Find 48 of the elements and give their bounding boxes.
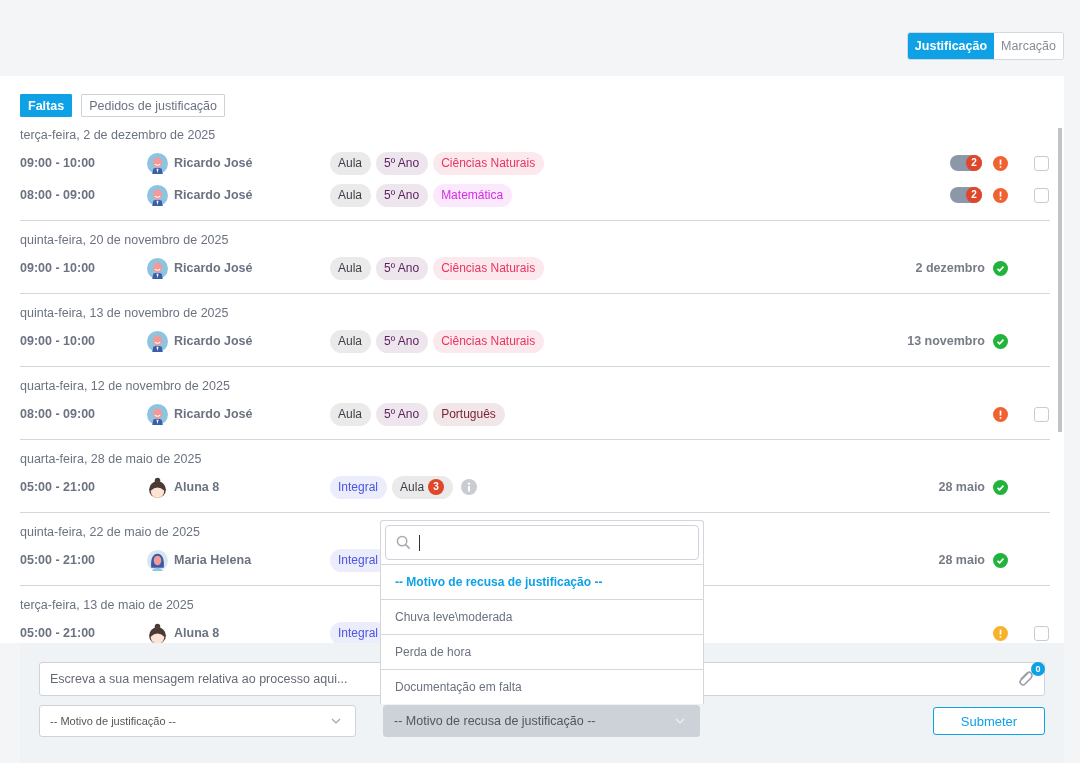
tag: 5º Ano: [376, 256, 429, 280]
tag: Aula: [330, 329, 372, 353]
tag: Aula 3: [392, 475, 454, 499]
date-heading: quinta-feira, 20 de novembro de 2025: [20, 232, 229, 248]
person-name: Ricardo José: [174, 334, 253, 348]
time-range: 05:00 - 21:00: [20, 626, 97, 640]
tag: Português: [433, 402, 505, 426]
date-heading: quarta-feira, 12 de novembro de 2025: [20, 378, 230, 394]
tag: Integral: [330, 475, 388, 499]
tag: 5º Ano: [376, 402, 429, 426]
time-range: 09:00 - 10:00: [20, 261, 97, 275]
date-heading: quinta-feira, 13 de novembro de 2025: [20, 305, 229, 321]
person-name: Maria Helena: [174, 553, 252, 567]
tag: Matemática: [433, 183, 513, 207]
count-badge: 2: [966, 187, 982, 203]
justified-date: 13 novembro: [907, 334, 985, 348]
count-badge: 3: [428, 479, 445, 495]
attachment-count-badge: 0: [1031, 662, 1045, 676]
time-range: 08:00 - 09:00: [20, 188, 97, 202]
date-heading: quinta-feira, 22 de maio de 2025: [20, 524, 200, 540]
date-heading: terça-feira, 13 de maio de 2025: [20, 597, 194, 613]
time-range: 09:00 - 10:00: [20, 156, 97, 170]
person-name: Ricardo José: [174, 156, 253, 170]
justified-date: 28 maio: [938, 553, 985, 567]
count-badge: 2: [966, 155, 982, 171]
tag: Ciências Naturais: [433, 329, 545, 353]
tag: 5º Ano: [376, 329, 429, 353]
person-name: Aluna 8: [174, 626, 220, 640]
tag: Aula: [330, 183, 372, 207]
person-name: Aluna 8: [174, 480, 220, 494]
tag: Aula: [330, 151, 372, 175]
tag: 5º Ano: [376, 151, 429, 175]
date-heading: terça-feira, 2 de dezembro de 2025: [20, 127, 216, 143]
time-range: 05:00 - 21:00: [20, 480, 97, 494]
tag: Ciências Naturais: [433, 151, 545, 175]
time-range: 05:00 - 21:00: [20, 553, 97, 567]
date-heading: quarta-feira, 28 de maio de 2025: [20, 451, 202, 467]
tag: Aula: [330, 402, 372, 426]
time-range: 09:00 - 10:00: [20, 334, 97, 348]
justified-date: 28 maio: [938, 480, 985, 494]
person-name: Ricardo José: [174, 261, 253, 275]
person-name: Ricardo José: [174, 407, 253, 421]
person-name: Ricardo José: [174, 188, 253, 202]
tag: Ciências Naturais: [433, 256, 545, 280]
tag: 5º Ano: [376, 183, 429, 207]
justified-date: 2 dezembro: [915, 261, 985, 275]
time-range: 08:00 - 09:00: [20, 407, 97, 421]
tag: Aula: [330, 256, 372, 280]
